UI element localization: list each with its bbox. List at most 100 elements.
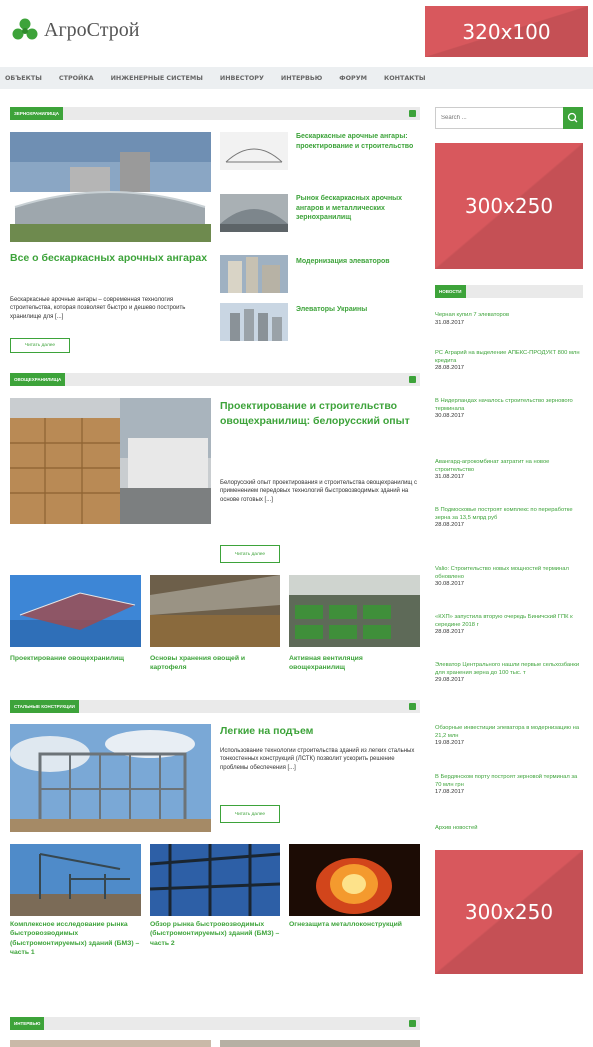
crates-photo — [10, 398, 211, 524]
search-button[interactable] — [563, 107, 583, 129]
interior-thumbnail — [220, 194, 288, 232]
side-post-title[interactable]: Рынок бескаркасных арочных ангаров и мет… — [296, 194, 420, 223]
interview-image-2[interactable] — [220, 1040, 420, 1047]
ad-size-label: 320x100 — [462, 19, 551, 44]
news-link[interactable]: В Подмосковье построят комплекс по перер… — [435, 507, 585, 522]
ad-size-label: 300x250 — [464, 900, 554, 924]
steel-beams-thumbnail — [150, 844, 280, 916]
elevator-thumbnail — [220, 255, 288, 293]
top-ad-banner[interactable]: 320x100 — [425, 6, 588, 57]
news-link[interactable]: Обзорные инвестиции элеватора в модерниз… — [435, 725, 585, 740]
main-nav: Объекты Стройка Инженерные системы Инвес… — [0, 67, 593, 89]
news-link[interactable]: Элеватор Центрального нашли первые сельх… — [435, 662, 585, 677]
interview-image-1[interactable] — [10, 1040, 211, 1047]
side-post-title[interactable]: Модернизация элеваторов — [296, 257, 420, 267]
card-title[interactable]: Активная вентиляция овощехранилищ — [289, 654, 420, 672]
read-more-button[interactable]: Читать далее — [10, 338, 70, 353]
card-image-storage[interactable] — [150, 575, 280, 647]
news-archive: Архив новостей — [435, 825, 585, 833]
featured-image-frame[interactable] — [10, 724, 211, 832]
featured-image-warehouse[interactable] — [10, 398, 211, 524]
news-tag[interactable]: Новости — [435, 285, 466, 298]
thumb-hangar-interior[interactable] — [220, 194, 288, 232]
featured-post-title[interactable]: Все о бескаркасных арочных ангарах — [10, 252, 211, 265]
featured-post-title[interactable]: Проектирование и строительство овощехран… — [220, 399, 420, 429]
site-title: АгроСтрой — [44, 18, 140, 41]
card-title[interactable]: Комплексное исследование рынка быстровоз… — [10, 920, 141, 957]
crane-thumbnail — [10, 844, 141, 916]
news-date: 19.08.2017 — [435, 740, 465, 747]
read-more-button[interactable]: Читать далее — [220, 805, 280, 823]
card-image-ventilation[interactable] — [289, 575, 420, 647]
card-image-design[interactable] — [10, 575, 141, 647]
section-tag[interactable]: Зернохранилища — [10, 107, 63, 120]
search-input[interactable] — [438, 110, 562, 126]
rss-icon[interactable] — [409, 376, 416, 383]
news-item: В Подмосковье построят комплекс по перер… — [435, 507, 585, 530]
section-tag[interactable]: Стальные конструкции — [10, 700, 79, 713]
news-item: Обзорные инвестиции элеватора в модерниз… — [435, 725, 585, 748]
news-date: 29.08.2017 — [435, 677, 465, 684]
news-widget-header: Новости — [435, 285, 583, 298]
featured-post-title[interactable]: Легкие на подъем — [220, 725, 420, 738]
card-title[interactable]: Огнезащита металлоконструкций — [289, 920, 420, 929]
drawing-thumbnail — [220, 132, 288, 170]
news-date: 17.08.2017 — [435, 789, 465, 796]
steel-frame-photo — [10, 724, 211, 832]
storage-thumbnail — [150, 575, 280, 647]
rss-icon[interactable] — [409, 1020, 416, 1027]
news-date: 28.08.2017 — [435, 365, 465, 372]
nav-item-construction[interactable]: Стройка — [59, 74, 94, 82]
all-news-link[interactable]: Архив новостей — [435, 825, 585, 833]
fire-hand-thumbnail — [289, 844, 420, 916]
news-item: «КХП» запустила вторую очередь Биничский… — [435, 614, 585, 637]
news-item: Valio: Строительство новых мощностей тер… — [435, 566, 585, 589]
news-date: 31.08.2017 — [435, 474, 465, 481]
side-post-title[interactable]: Элеваторы Украины — [296, 305, 420, 315]
featured-post-excerpt: Бескаркасные арочные ангары – современна… — [10, 297, 186, 320]
section-header-steel: Стальные конструкции — [10, 700, 420, 713]
hangar-photo — [10, 132, 211, 242]
news-link[interactable]: РС Аграрий на выделение АПЕКС-ПРОДУКТ 80… — [435, 350, 585, 365]
site-header: АгроСтрой 320x100 — [0, 0, 593, 64]
news-item: Авангард-агрокомбинат затратит на новое … — [435, 459, 585, 482]
side-post-title[interactable]: Бескаркасные арочные ангары: проектирова… — [296, 132, 420, 151]
nav-item-interview[interactable]: Интервью — [281, 74, 322, 82]
nav-item-forum[interactable]: Форум — [339, 74, 367, 82]
thumb-elevator-2[interactable] — [220, 303, 288, 341]
read-more-button[interactable]: Читать далее — [220, 545, 280, 563]
cad-thumbnail — [10, 575, 141, 647]
featured-post-excerpt: Использование технологии строительства з… — [220, 748, 415, 771]
section-header-interview: Интервью — [10, 1017, 420, 1030]
section-tag[interactable]: Овощехранилища — [10, 373, 66, 386]
rss-icon[interactable] — [409, 703, 416, 710]
sidebar-ad-banner-1[interactable]: 300x250 — [435, 143, 583, 269]
rss-icon[interactable] — [409, 110, 416, 117]
card-title[interactable]: Обзор рынка быстровозводимых (быстромонт… — [150, 920, 280, 948]
nav-item-objects[interactable]: Объекты — [5, 74, 42, 82]
featured-image-hangar[interactable] — [10, 132, 211, 242]
nav-item-contacts[interactable]: Контакты — [384, 74, 426, 82]
card-image-fire[interactable] — [289, 844, 420, 916]
site-logo[interactable]: АгроСтрой — [10, 17, 139, 43]
thumb-hangar-drawing[interactable] — [220, 132, 288, 170]
news-item: Элеватор Центрального нашли первые сельх… — [435, 662, 585, 685]
news-link[interactable]: Черная купил 7 элеваторов — [435, 312, 585, 320]
news-link[interactable]: В Бердянском порту построят зерновой тер… — [435, 774, 585, 789]
news-link[interactable]: Valio: Строительство новых мощностей тер… — [435, 566, 585, 581]
news-item: РС Аграрий на выделение АПЕКС-ПРОДУКТ 80… — [435, 350, 585, 373]
news-date: 30.08.2017 — [435, 581, 465, 588]
card-image-bmz1[interactable] — [10, 844, 141, 916]
card-image-bmz2[interactable] — [150, 844, 280, 916]
sidebar-ad-banner-2[interactable]: 300x250 — [435, 850, 583, 974]
nav-item-investor[interactable]: Инвестору — [220, 74, 264, 82]
news-link[interactable]: Авангард-агрокомбинат затратит на новое … — [435, 459, 585, 474]
news-link[interactable]: «КХП» запустила вторую очередь Биничский… — [435, 614, 585, 629]
thumb-elevator-1[interactable] — [220, 255, 288, 293]
card-title[interactable]: Проектирование овощехранилищ — [10, 654, 141, 663]
nav-item-engineering[interactable]: Инженерные системы — [111, 74, 203, 82]
section-tag[interactable]: Интервью — [10, 1017, 45, 1030]
news-link[interactable]: В Нидерландах началось строительство зер… — [435, 398, 585, 413]
card-title[interactable]: Основы хранения овощей и картофеля — [150, 654, 280, 672]
clover-logo-icon — [12, 18, 38, 40]
